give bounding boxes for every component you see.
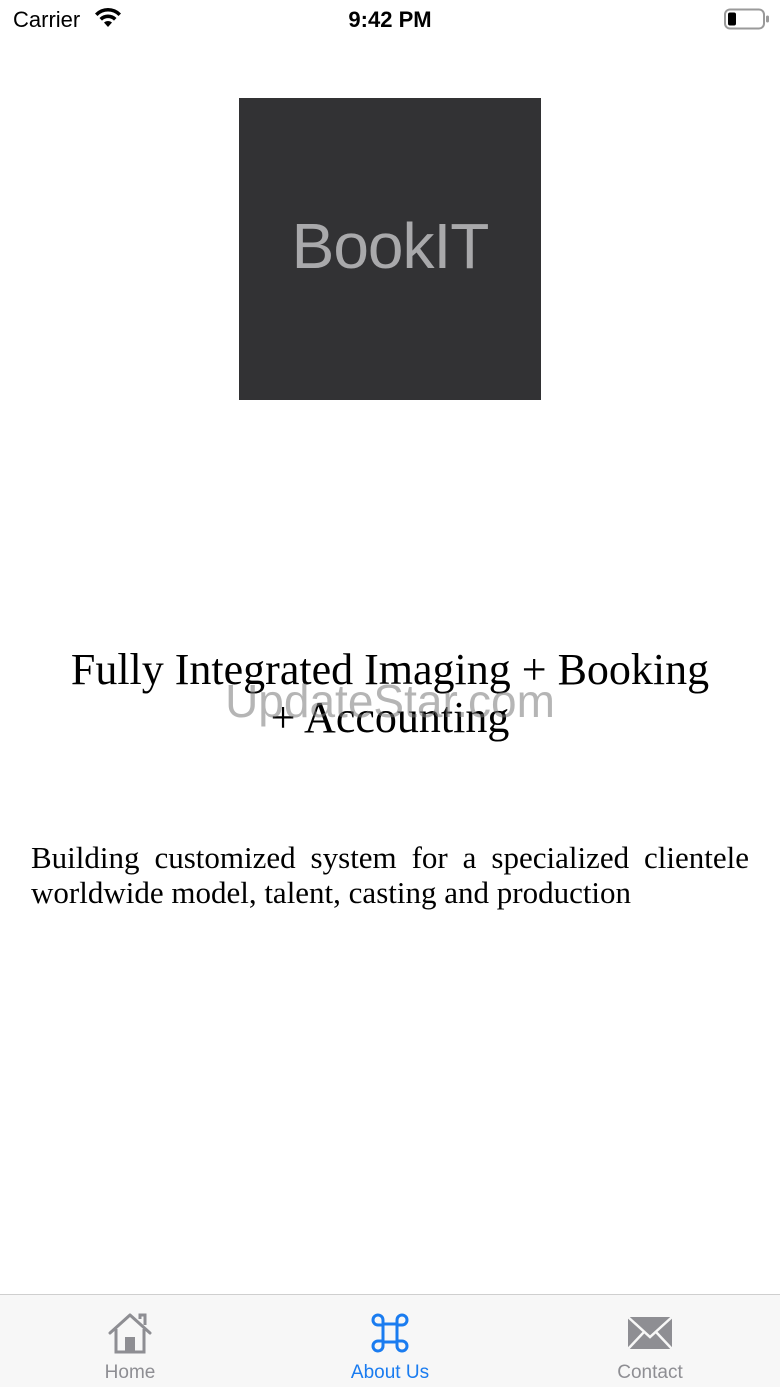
tab-contact[interactable]: Contact	[520, 1295, 780, 1387]
headline-line-1: Fully Integrated Imaging + Booking	[70, 645, 710, 694]
tab-home-label: Home	[104, 1362, 156, 1383]
tab-home[interactable]: Home	[0, 1295, 260, 1387]
status-bar: Carrier 9:42 PM	[0, 0, 780, 40]
tab-bar: Home About Us Contact	[0, 1294, 780, 1387]
command-icon	[371, 1313, 409, 1353]
tab-about-us[interactable]: About Us	[260, 1295, 520, 1387]
home-icon	[108, 1313, 152, 1354]
tab-contact-label: Contact	[617, 1362, 683, 1383]
headline-line-2: + Accounting	[270, 693, 510, 742]
app-logo: BookIT	[239, 98, 541, 400]
logo-text: BookIT	[291, 210, 490, 282]
envelope-icon	[627, 1316, 673, 1350]
description-text: Building customized system for a special…	[31, 840, 749, 910]
status-clock: 9:42 PM	[348, 7, 432, 32]
battery-icon	[724, 8, 769, 30]
headline: Fully Integrated Imaging + Booking + Acc…	[40, 646, 740, 742]
tab-about-us-label: About Us	[350, 1362, 430, 1383]
